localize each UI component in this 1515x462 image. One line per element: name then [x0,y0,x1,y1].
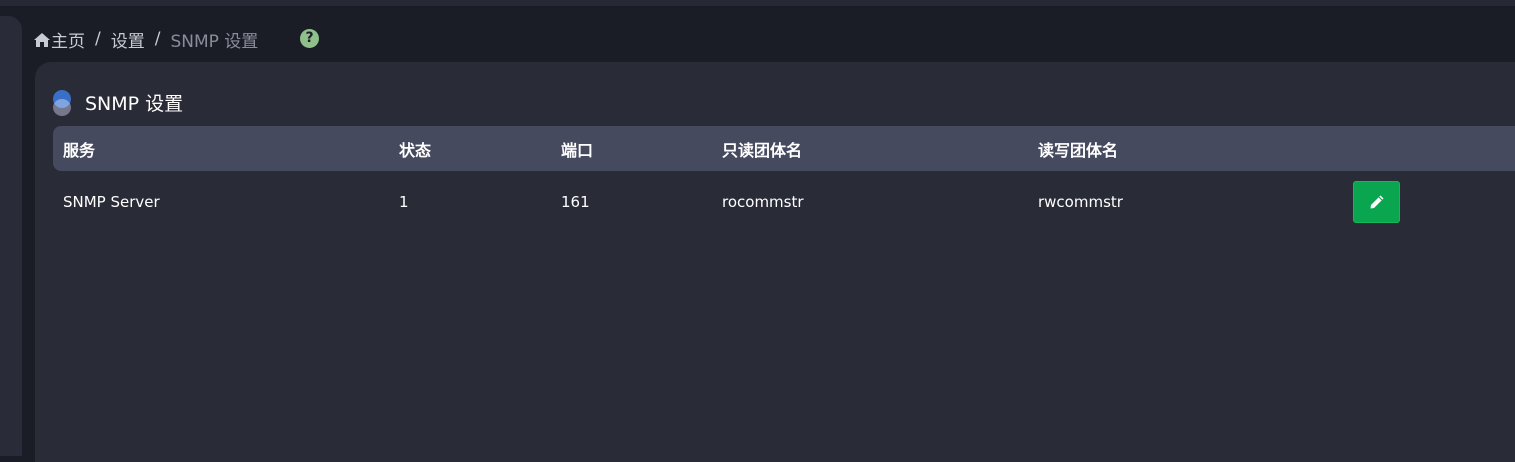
column-header-port: 端口 [561,140,594,160]
table-header-row: 服务 状态 端口 只读团体名 读写团体名 [53,126,1515,171]
question-circle-icon[interactable]: ? [300,29,319,48]
breadcrumb-home[interactable]: 主页 [51,27,85,52]
breadcrumb-current: SNMP 设置 [170,31,259,52]
home-icon[interactable] [34,32,50,47]
snmp-settings-card: SNMP 设置 服务 状态 端口 只读团体名 读写团体名 SNMP Server… [35,62,1515,462]
column-header-rw-community: 读写团体名 [1038,140,1119,160]
card-title: SNMP 设置 [85,93,184,115]
cell-action [1353,171,1400,233]
breadcrumb: 主页 / 设置 / SNMP 设置 [34,26,258,52]
cell-port: 161 [561,193,590,211]
section-dot-icon [52,89,72,116]
table-row: SNMP Server 1 161 rocommstr rwcommstr [53,171,1515,233]
breadcrumb-separator: / [95,29,101,49]
cell-status: 1 [399,193,409,211]
column-header-ro-community: 只读团体名 [722,140,803,160]
column-header-service: 服务 [63,140,96,160]
pencil-icon [1370,195,1383,209]
cell-ro-community: rocommstr [722,193,804,211]
breadcrumb-separator: / [154,29,161,49]
edit-button[interactable] [1353,181,1400,223]
column-header-status: 状态 [399,140,432,160]
cell-service: SNMP Server [63,193,160,211]
cell-rw-community: rwcommstr [1038,193,1123,211]
breadcrumb-settings[interactable]: 设置 [111,27,145,52]
left-panel [0,16,22,456]
snmp-table: 服务 状态 端口 只读团体名 读写团体名 SNMP Server 1 161 r… [53,126,1515,233]
top-bar [0,0,1515,6]
card-header: SNMP 设置 [52,89,183,116]
